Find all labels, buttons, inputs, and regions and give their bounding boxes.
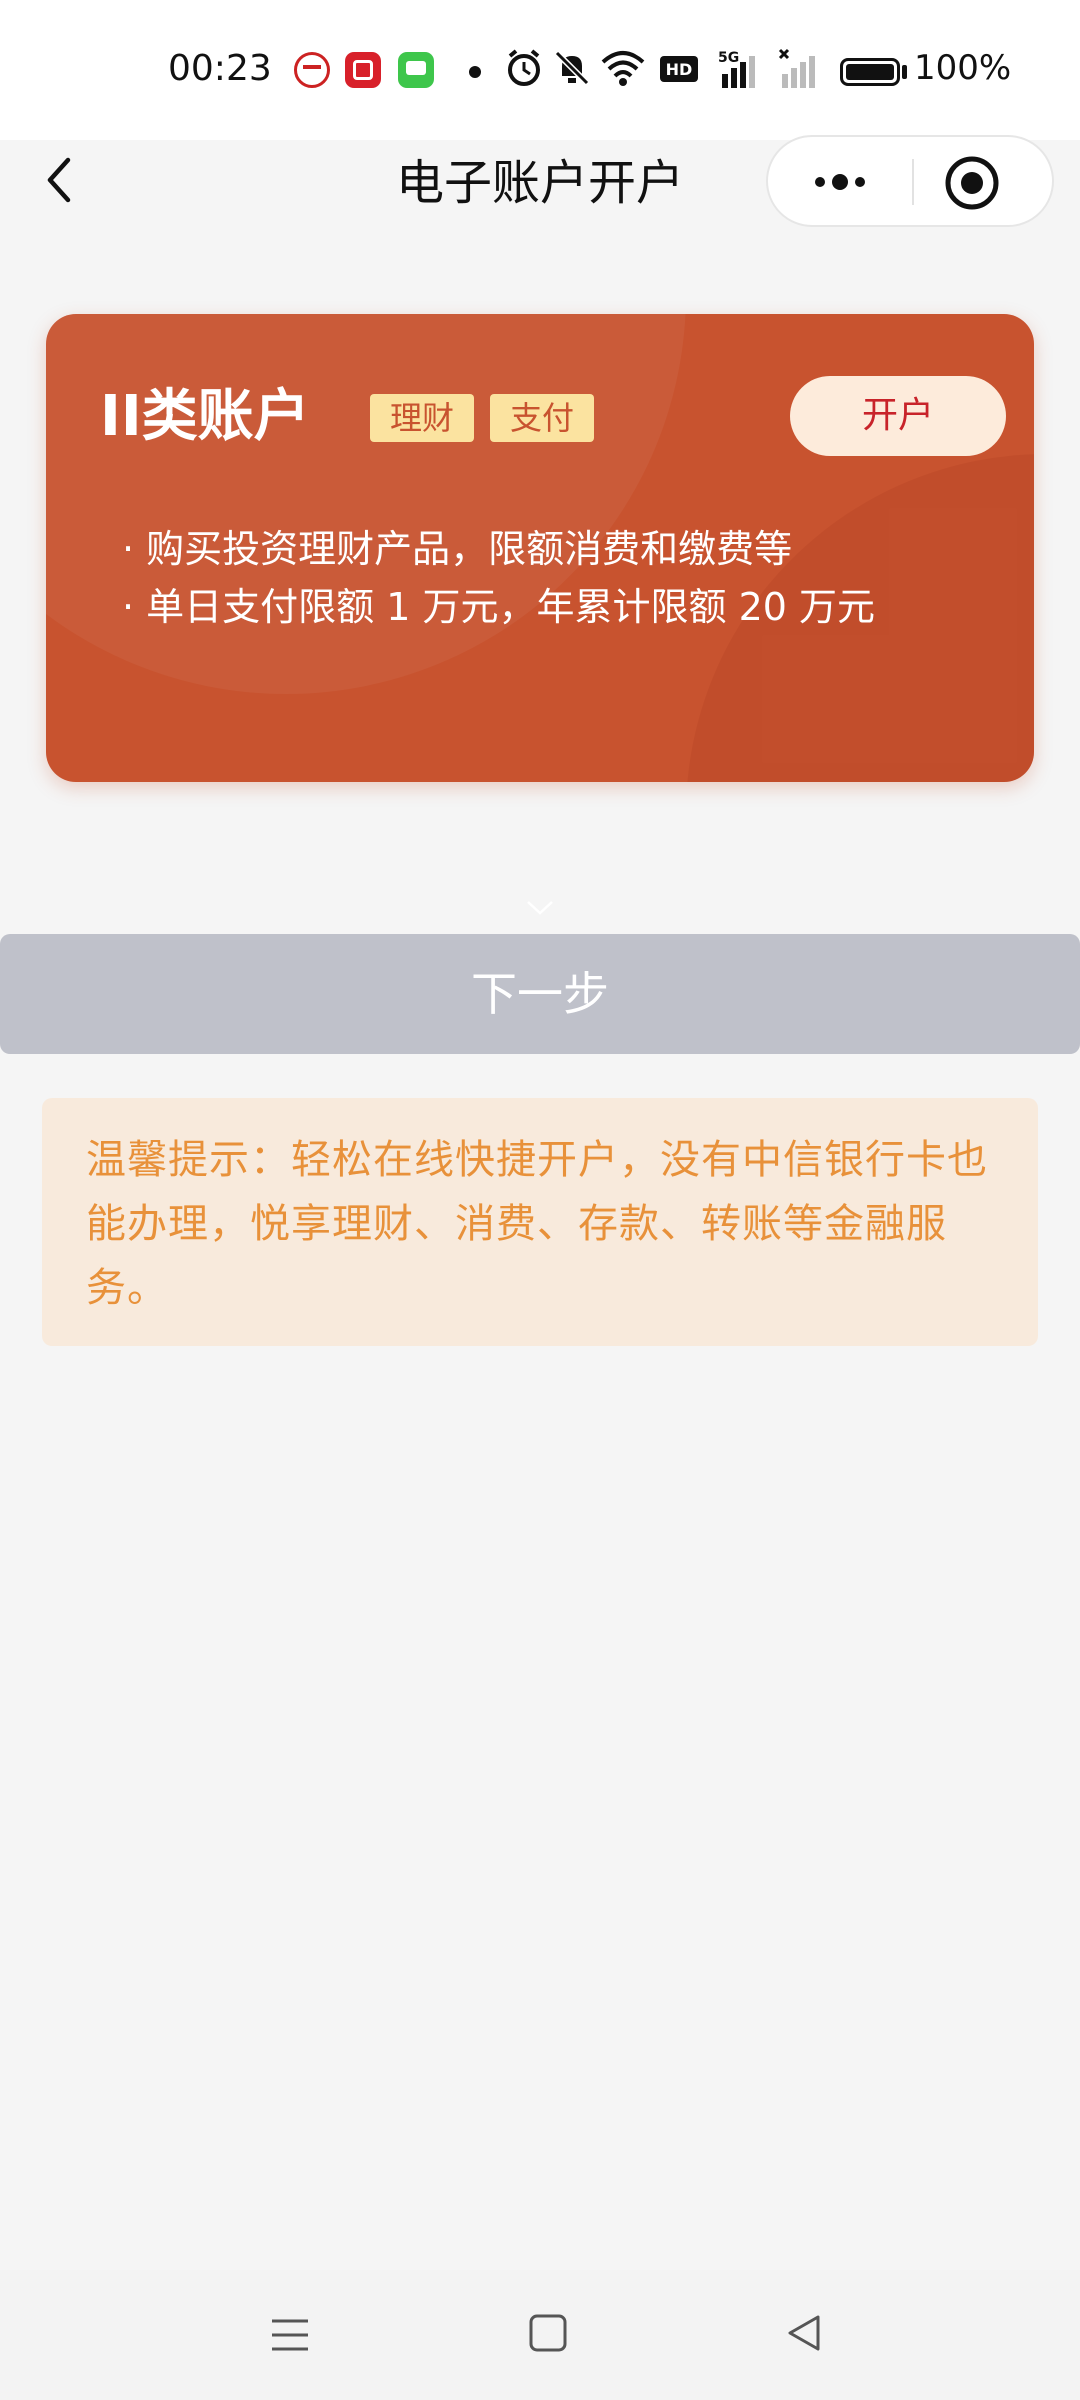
battery-cap	[902, 65, 907, 79]
tip-text: 温馨提示：轻松在线快捷开户，没有中信银行卡也能办理，悦享理财、消费、存款、转账等…	[86, 1137, 988, 1311]
open-account-button[interactable]: 开户	[790, 376, 1006, 456]
battery-icon	[840, 58, 900, 86]
alarm-icon	[508, 49, 540, 86]
citic-app-icon	[345, 52, 381, 88]
back-triangle-icon[interactable]	[784, 2313, 824, 2353]
more-dots-icon[interactable]	[798, 157, 882, 207]
notification-dot-icon	[469, 66, 481, 78]
status-bar: 00:23 HD 5G 100%	[0, 0, 1080, 140]
menu-icon[interactable]	[270, 2315, 310, 2355]
chevron-down-icon	[527, 901, 553, 915]
messages-app-icon	[398, 52, 434, 88]
feature-line: · 单日支付限额 1 万元，年累计限额 20 万元	[122, 585, 876, 629]
card-decoration	[46, 314, 686, 694]
svg-text:HD: HD	[666, 60, 693, 79]
account-type-title: II类账户	[100, 384, 310, 449]
system-nav-bar	[0, 2270, 1080, 2400]
mute-icon	[554, 50, 590, 86]
tag-wealth: 理财	[370, 394, 475, 442]
hd-icon: HD	[660, 56, 698, 82]
cmb-app-icon	[294, 52, 330, 88]
tip-box: 温馨提示：轻松在线快捷开户，没有中信银行卡也能办理，悦享理财、消费、存款、转账等…	[42, 1098, 1038, 1346]
next-step-button[interactable]: 下一步	[0, 934, 1080, 1054]
account-card: II类账户 理财 支付 开户 · 购买投资理财产品，限额消费和缴费等 · 单日支…	[46, 314, 1034, 782]
battery-level: 100%	[914, 48, 1012, 88]
target-close-icon[interactable]	[944, 155, 1000, 211]
signal-no-service-icon	[778, 48, 815, 88]
feature-line: · 购买投资理财产品，限额消费和缴费等	[122, 527, 793, 571]
signal-5g-icon: 5G	[718, 50, 755, 88]
capsule-divider	[912, 159, 914, 205]
home-square-icon[interactable]	[528, 2313, 568, 2353]
wifi-icon	[601, 51, 645, 86]
mini-program-capsule	[766, 135, 1054, 227]
tag-payment: 支付	[490, 394, 595, 442]
svg-text:5G: 5G	[718, 50, 739, 66]
status-time: 00:23	[168, 48, 272, 89]
